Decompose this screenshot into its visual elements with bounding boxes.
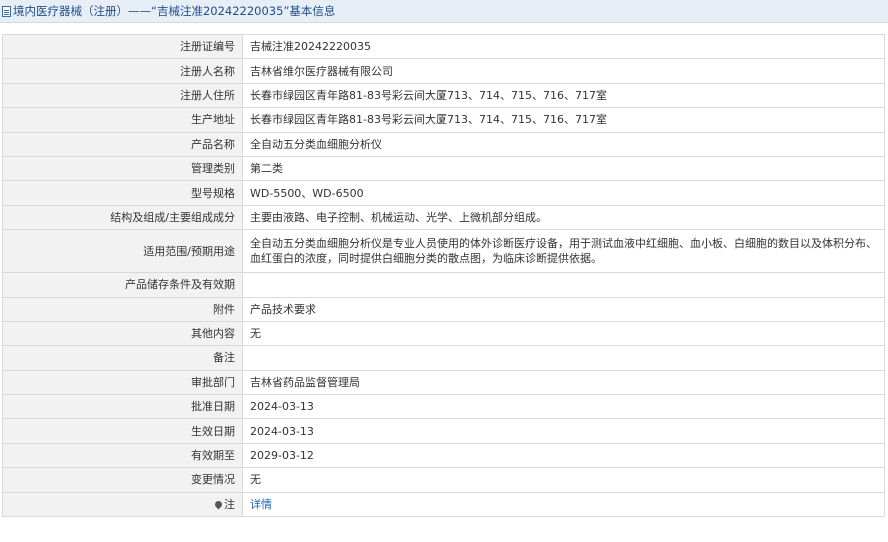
row-label: 生效日期 — [2, 418, 243, 444]
row-value: 吉械注准20242220035 — [242, 33, 885, 60]
row-value: 全自动五分类血细胞分析仪 — [242, 131, 885, 157]
row-value: 全自动五分类血细胞分析仪是专业人员使用的体外诊断医疗设备，用于测试血液中红细胞、… — [242, 229, 885, 274]
row-value: 吉林省药品监督管理局 — [242, 369, 885, 396]
table-row: 注册人名称 吉林省维尔医疗器械有限公司 — [2, 58, 885, 84]
row-value: WD-5500、WD-6500 — [242, 180, 885, 206]
pin-icon — [213, 499, 224, 510]
row-label: 批准日期 — [2, 394, 243, 420]
table-row: 生产地址 长春市绿园区青年路81-83号彩云间大厦713、714、715、716… — [2, 107, 885, 133]
row-label: 审批部门 — [2, 369, 243, 396]
row-value — [242, 272, 885, 298]
row-value: 主要由液路、电子控制、机械运动、光学、上微机部分组成。 — [242, 204, 885, 231]
table-row: 备注 — [2, 345, 885, 371]
row-label: 变更情况 — [2, 467, 243, 493]
row-value: 产品技术要求 — [242, 296, 885, 322]
table-row: 变更情况 无 — [2, 467, 885, 493]
table-row: 产品储存条件及有效期 — [2, 272, 885, 298]
row-value: 吉林省维尔医疗器械有限公司 — [242, 58, 885, 84]
table-row: 审批部门 吉林省药品监督管理局 — [2, 369, 885, 396]
table-row: 适用范围/预期用途 全自动五分类血细胞分析仪是专业人员使用的体外诊断医疗设备，用… — [2, 229, 885, 274]
page-header: 境内医疗器械（注册）——“吉械注准20242220035”基本信息 — [0, 0, 888, 23]
row-value — [242, 345, 885, 371]
row-value: 长春市绿园区青年路81-83号彩云间大厦713、714、715、716、717室 — [242, 82, 885, 109]
row-label: 适用范围/预期用途 — [2, 229, 243, 274]
row-label: 注册证编号 — [2, 33, 243, 60]
row-label: 注册人名称 — [2, 58, 243, 84]
row-value: 2024-03-13 — [242, 394, 885, 420]
page-title: 境内医疗器械（注册）——“吉械注准20242220035”基本信息 — [13, 4, 336, 18]
table-row: 生效日期 2024-03-13 — [2, 418, 885, 444]
row-value: 第二类 — [242, 155, 885, 182]
row-label: 备注 — [2, 345, 243, 371]
table-row: 型号规格 WD-5500、WD-6500 — [2, 180, 885, 206]
details-link[interactable]: 详情 — [250, 498, 272, 511]
info-table: 注册证编号 吉械注准20242220035 注册人名称 吉林省维尔医疗器械有限公… — [2, 33, 885, 518]
table-row: 批准日期 2024-03-13 — [2, 394, 885, 420]
note-label-cell: 注 — [2, 491, 243, 518]
row-value: 无 — [242, 467, 885, 493]
row-label: 生产地址 — [2, 107, 243, 133]
table-row: 其他内容 无 — [2, 320, 885, 347]
row-label: 产品名称 — [2, 131, 243, 157]
table-row: 有效期至 2029-03-12 — [2, 442, 885, 469]
table-row: 产品名称 全自动五分类血细胞分析仪 — [2, 131, 885, 157]
row-label: 型号规格 — [2, 180, 243, 206]
row-value: 无 — [242, 320, 885, 347]
row-label: 产品储存条件及有效期 — [2, 272, 243, 298]
table-row: 注册人住所 长春市绿园区青年路81-83号彩云间大厦713、714、715、71… — [2, 82, 885, 109]
note-label: 注 — [224, 497, 235, 511]
row-label: 其他内容 — [2, 320, 243, 347]
row-value: 2029-03-12 — [242, 442, 885, 469]
row-value: 2024-03-13 — [242, 418, 885, 444]
row-value: 长春市绿园区青年路81-83号彩云间大厦713、714、715、716、717室 — [242, 107, 885, 133]
document-icon — [2, 5, 11, 17]
note-row: 注 详情 — [2, 491, 885, 518]
row-label: 有效期至 — [2, 442, 243, 469]
row-label: 附件 — [2, 296, 243, 322]
table-row: 管理类别 第二类 — [2, 155, 885, 182]
table-row: 结构及组成/主要组成成分 主要由液路、电子控制、机械运动、光学、上微机部分组成。 — [2, 204, 885, 231]
row-label: 注册人住所 — [2, 82, 243, 109]
table-row: 注册证编号 吉械注准20242220035 — [2, 33, 885, 60]
table-row: 附件 产品技术要求 — [2, 296, 885, 322]
row-label: 结构及组成/主要组成成分 — [2, 204, 243, 231]
row-label: 管理类别 — [2, 155, 243, 182]
note-value-cell: 详情 — [242, 491, 885, 518]
